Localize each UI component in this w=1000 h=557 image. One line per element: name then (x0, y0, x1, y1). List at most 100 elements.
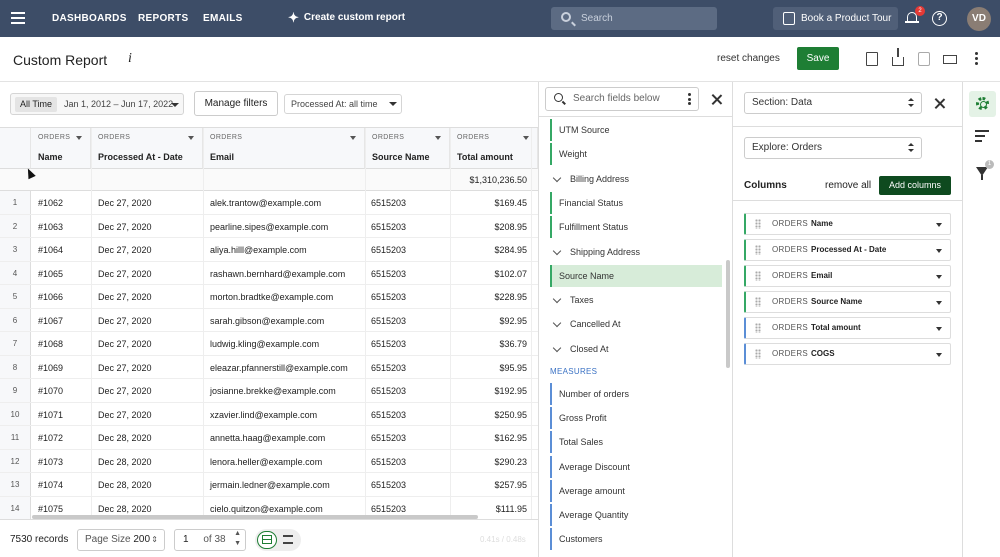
section-select[interactable]: Section: Data (744, 92, 922, 114)
field-search-input[interactable]: Search fields below (545, 87, 699, 111)
measure-item[interactable]: Total Sales (550, 431, 722, 454)
manage-filters-button[interactable]: Manage filters (194, 91, 278, 116)
field-panel-scrollbar[interactable] (726, 260, 730, 368)
field-options-icon[interactable] (688, 93, 691, 107)
measure-item[interactable]: Average Quantity (550, 504, 722, 526)
drag-handle-icon[interactable] (755, 349, 761, 359)
field-item-label: Closed At (570, 343, 609, 354)
download-document-icon[interactable] (866, 52, 878, 66)
gear-icon[interactable] (976, 97, 989, 110)
explore-select[interactable]: Explore: Orders (744, 137, 922, 159)
list-view-icon[interactable] (283, 535, 293, 544)
drag-handle-icon[interactable] (755, 323, 761, 333)
nav-link-emails[interactable]: EMAILS (203, 13, 243, 24)
add-columns-button[interactable]: Add columns (879, 176, 951, 195)
column-menu-icon[interactable] (350, 136, 356, 140)
reset-changes-link[interactable]: reset changes (717, 53, 780, 64)
chevron-down-icon[interactable] (936, 275, 942, 279)
table-view-icon[interactable] (257, 531, 277, 549)
help-icon[interactable]: ? (932, 11, 947, 26)
hamburger-menu-icon[interactable] (11, 12, 25, 24)
table-row[interactable]: 9 #1070 Dec 27, 2020 josianne.brekke@exampl… (0, 379, 538, 403)
table-row[interactable]: 3 #1064 Dec 27, 2020 aliya.hilll@example.co… (0, 238, 538, 262)
user-avatar[interactable]: VD (967, 7, 991, 31)
column-menu-icon[interactable] (76, 136, 82, 140)
measure-item[interactable]: Average Discount (550, 455, 722, 478)
measure-item[interactable]: Average amount (550, 479, 722, 502)
column-header-name[interactable]: ORDERS Name (31, 128, 91, 169)
field-group-item[interactable]: Taxes (550, 289, 722, 311)
field-group-item[interactable]: Shipping Address (550, 241, 722, 263)
selected-column-row[interactable]: ORDERS COGS (744, 343, 951, 365)
selected-column-row[interactable]: ORDERS Email (744, 265, 951, 287)
field-item[interactable]: Financial Status (550, 191, 722, 214)
column-header-source-name[interactable]: ORDERS Source Name (365, 128, 450, 169)
stepper-arrows-icon[interactable]: ▲ ▼ (234, 529, 241, 549)
table-row[interactable]: 10 #1071 Dec 27, 2020 xzavier.lind@example.… (0, 403, 538, 426)
print-icon[interactable] (943, 55, 957, 64)
measure-item[interactable]: Gross Profit (550, 407, 722, 430)
up-down-arrows-icon: ⇕ (151, 535, 158, 544)
field-item[interactable]: Weight (550, 143, 722, 166)
measure-item[interactable]: Number of orders (550, 383, 722, 405)
table-row[interactable]: 2 #1063 Dec 27, 2020 pearline.sipes@example… (0, 215, 538, 238)
view-toggle[interactable] (255, 529, 301, 551)
column-menu-icon[interactable] (435, 136, 441, 140)
table-row[interactable]: 4 #1065 Dec 27, 2020 rashawn.bernhard@examp… (0, 262, 538, 285)
column-header-total-amount[interactable]: ORDERS Total amount (450, 128, 538, 169)
field-group-item[interactable]: Billing Address (550, 168, 722, 190)
field-item[interactable]: Source Name (550, 264, 722, 287)
column-menu-icon[interactable] (188, 136, 194, 140)
drag-handle-icon[interactable] (755, 297, 761, 307)
measure-item[interactable]: Customers (550, 528, 722, 551)
table-row[interactable]: 7 #1068 Dec 27, 2020 ludwig.kling@example.c… (0, 332, 538, 356)
notifications-bell-icon[interactable]: 2 (905, 6, 925, 25)
measure-item-label: Average amount (559, 485, 625, 496)
column-header-email[interactable]: ORDERS Email (203, 128, 365, 169)
field-item[interactable]: UTM Source (550, 119, 722, 141)
book-product-tour-button[interactable]: Book a Product Tour (773, 7, 898, 30)
share-icon[interactable] (892, 48, 904, 66)
column-menu-icon[interactable] (523, 136, 529, 140)
schedule-icon[interactable] (918, 52, 930, 66)
selected-column-row[interactable]: ORDERS Source Name (744, 291, 951, 313)
save-button[interactable]: Save (797, 47, 839, 70)
selected-column-row[interactable]: ORDERS Processed At - Date (744, 239, 951, 261)
create-custom-report-link[interactable]: ✦ Create custom report (288, 11, 405, 24)
chevron-down-icon[interactable] (936, 327, 942, 331)
field-item[interactable]: Fulfillment Status (550, 216, 722, 239)
drag-handle-icon[interactable] (755, 219, 761, 229)
global-search-input[interactable]: Search (551, 7, 717, 30)
cell-total-amount: $208.95 (494, 221, 527, 232)
table-row[interactable]: 11 #1072 Dec 28, 2020 annetta.haag@example.… (0, 426, 538, 450)
layout-bars-icon[interactable] (975, 130, 989, 145)
chevron-down-icon[interactable] (936, 249, 942, 253)
close-config-panel-icon[interactable] (934, 98, 945, 109)
table-row[interactable]: 13 #1074 Dec 28, 2020 jermain.ledner@exampl… (0, 473, 538, 497)
nav-link-dashboards[interactable]: DASHBOARDS (52, 13, 127, 24)
remove-all-columns-link[interactable]: remove all (825, 180, 871, 191)
field-group-item[interactable]: Cancelled At (550, 313, 722, 335)
table-row[interactable]: 1 #1062 Dec 27, 2020 alek.trantow@example.c… (0, 191, 538, 215)
drag-handle-icon[interactable] (755, 271, 761, 281)
table-row[interactable]: 8 #1069 Dec 27, 2020 eleazar.pfannerstill@e… (0, 356, 538, 379)
nav-link-reports[interactable]: REPORTS (138, 13, 188, 24)
field-group-item[interactable]: Closed At (550, 338, 722, 360)
page-size-select[interactable]: Page Size 200 ⇕ (77, 529, 165, 551)
page-number-stepper[interactable]: 1 of 38 ▲ ▼ (174, 529, 246, 551)
drag-handle-icon[interactable] (755, 245, 761, 255)
processed-at-filter[interactable]: Processed At: all time (284, 94, 402, 114)
table-row[interactable]: 5 #1066 Dec 27, 2020 morton.bradtke@example… (0, 285, 538, 309)
column-header-processed-at-date[interactable]: ORDERS Processed At - Date (91, 128, 203, 169)
info-icon[interactable]: i (128, 51, 132, 67)
table-row[interactable]: 6 #1067 Dec 27, 2020 sarah.gibson@example.c… (0, 309, 538, 332)
selected-column-row[interactable]: ORDERS Name (744, 213, 951, 235)
date-range-picker[interactable]: All Time Jan 1, 2012 – Jun 17, 2022 (10, 93, 184, 115)
table-row[interactable]: 12 #1073 Dec 28, 2020 lenora.heller@example… (0, 450, 538, 473)
close-field-panel-icon[interactable] (711, 94, 722, 105)
chevron-down-icon[interactable] (936, 353, 942, 357)
selected-column-row[interactable]: ORDERS Total amount (744, 317, 951, 339)
chevron-down-icon[interactable] (936, 223, 942, 227)
chevron-down-icon[interactable] (936, 301, 942, 305)
more-options-icon[interactable] (975, 52, 978, 67)
